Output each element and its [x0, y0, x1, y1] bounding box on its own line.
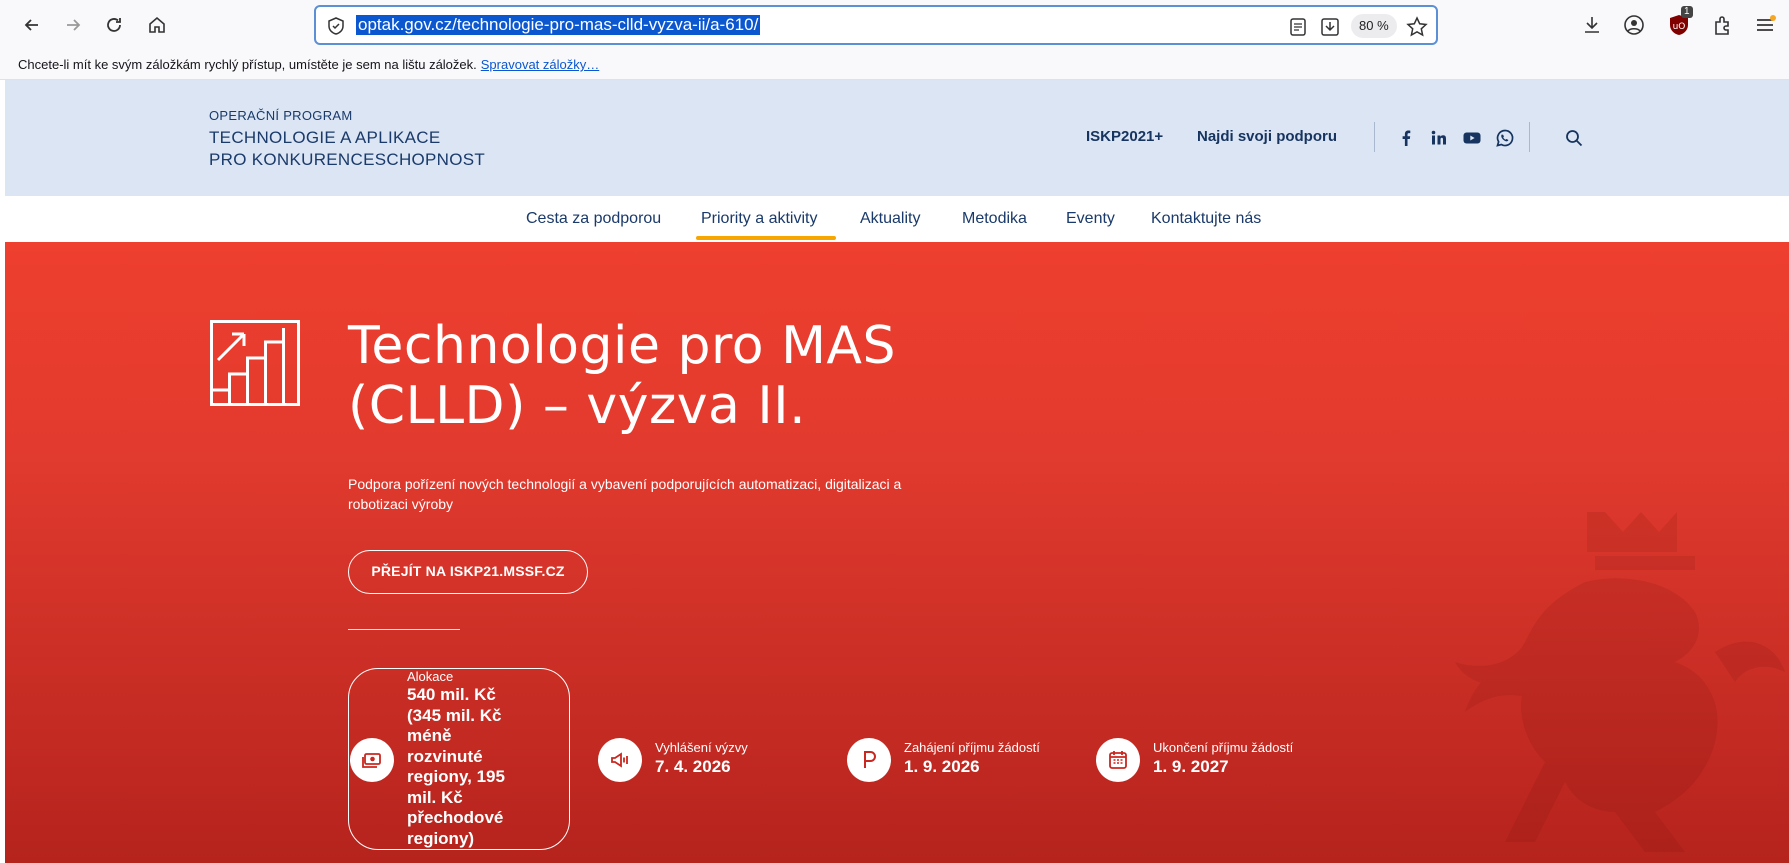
url-bar[interactable]: optak.gov.cz/technologie-pro-mas-clld-vy… — [314, 5, 1438, 45]
start-icon-circle — [847, 738, 891, 782]
extension-badge: 1 — [1681, 6, 1693, 18]
browser-toolbar: optak.gov.cz/technologie-pro-mas-clld-vy… — [0, 0, 1789, 50]
allocation-value: 540 mil. Kč (345 mil. Kč méně rozvinuté … — [407, 685, 505, 848]
header-divider — [1374, 122, 1375, 152]
growth-stairs-icon — [210, 320, 300, 406]
iskp-link[interactable]: ISKP2021+ — [1086, 128, 1163, 145]
nav-item-metodika[interactable]: Metodika — [962, 210, 1027, 228]
calendar-icon — [1109, 751, 1127, 769]
nav-item-cesta[interactable]: Cesta za podporou — [526, 210, 661, 228]
manage-bookmarks-link[interactable]: Spravovat záložky… — [481, 57, 600, 72]
start-label: Zahájení příjmu žádostí — [904, 740, 1040, 755]
hero-section: Technologie pro MAS (CLLD) – výzva II. P… — [5, 242, 1789, 863]
megaphone-icon-circle — [598, 738, 642, 782]
whatsapp-link[interactable] — [1494, 127, 1516, 149]
youtube-icon — [1463, 132, 1481, 144]
header-divider-2 — [1529, 122, 1530, 152]
facebook-icon — [1402, 130, 1411, 146]
facebook-link[interactable] — [1395, 127, 1417, 149]
arrow-right-icon — [67, 19, 81, 31]
iskp-portal-button[interactable]: PŘEJÍT NA ISKP21.MSSF.CZ — [348, 550, 588, 594]
main-navigation: Cesta za podporou Priority a aktivity Ak… — [5, 196, 1789, 242]
linkedin-icon — [1431, 130, 1446, 145]
site-header: OPERAČNÍ PROGRAM TECHNOLOGIE A APLIKACE … — [5, 80, 1789, 196]
linkedin-link[interactable] — [1428, 127, 1450, 149]
end-value: 1. 9. 2027 — [1153, 757, 1229, 776]
money-icon-circle — [350, 738, 394, 782]
whatsapp-icon — [1496, 129, 1514, 147]
find-support-link[interactable]: Najdi svoji podporu — [1197, 128, 1337, 145]
reload-button[interactable] — [98, 9, 130, 41]
shield-icon[interactable] — [326, 16, 346, 36]
nav-item-aktuality[interactable]: Aktuality — [860, 210, 920, 228]
nav-item-eventy[interactable]: Eventy — [1066, 210, 1115, 228]
menu-icon[interactable] — [1753, 13, 1777, 37]
svg-text:uO: uO — [1673, 22, 1686, 32]
arrow-left-icon — [24, 19, 38, 31]
home-button[interactable] — [141, 9, 173, 41]
url-text[interactable]: optak.gov.cz/technologie-pro-mas-clld-vy… — [356, 15, 761, 35]
page-title: Technologie pro MAS (CLLD) – výzva II. — [348, 316, 1048, 436]
hero-description: Podpora pořízení nových technologií a vy… — [348, 476, 902, 512]
logo-line-1: OPERAČNÍ PROGRAM — [209, 108, 353, 123]
start-value: 1. 9. 2026 — [904, 757, 980, 776]
announcement-label: Vyhlášení výzvy — [655, 740, 748, 755]
logo-line-2: TECHNOLOGIE A APLIKACE — [209, 128, 441, 147]
allocation-label: Alokace — [407, 669, 454, 684]
back-button[interactable] — [16, 9, 48, 41]
nav-item-kontakt[interactable]: Kontaktujte nás — [1151, 210, 1261, 228]
save-page-icon[interactable] — [1319, 16, 1341, 38]
bookmarks-bar: Chcete-li mít ke svým záložkám rychlý př… — [0, 50, 1789, 80]
reader-view-icon[interactable] — [1287, 16, 1309, 38]
end-label: Ukončení příjmu žádostí — [1153, 740, 1294, 755]
active-nav-indicator — [696, 236, 836, 240]
nav-item-priority[interactable]: Priority a aktivity — [701, 210, 817, 228]
letter-p-icon — [864, 751, 876, 768]
calendar-icon-circle — [1096, 738, 1140, 782]
megaphone-icon — [611, 752, 628, 768]
youtube-link[interactable] — [1461, 127, 1483, 149]
money-icon — [362, 753, 381, 768]
search-button[interactable] — [1563, 127, 1585, 149]
lion-watermark-icon — [1455, 512, 1785, 852]
announcement-value: 7. 4. 2026 — [655, 757, 731, 776]
hero-divider — [348, 629, 460, 630]
star-icon[interactable] — [1406, 16, 1428, 38]
downloads-icon[interactable] — [1580, 13, 1604, 37]
title-line-1: Technologie pro MAS — [348, 316, 897, 376]
bookmarks-message: Chcete-li mít ke svým záložkám rychlý př… — [18, 57, 477, 72]
site-logo[interactable]: OPERAČNÍ PROGRAM TECHNOLOGIE A APLIKACE … — [209, 108, 485, 171]
extensions-icon[interactable] — [1711, 13, 1735, 37]
forward-button[interactable] — [57, 9, 89, 41]
logo-line-3: PRO KONKURENCESCHOPNOST — [209, 150, 486, 169]
title-line-2: (CLLD) – výzva II. — [348, 376, 807, 436]
zoom-level[interactable]: 80 % — [1351, 14, 1397, 38]
search-icon — [1566, 130, 1583, 147]
home-icon — [149, 16, 165, 33]
reload-icon — [107, 18, 121, 32]
account-icon[interactable] — [1622, 13, 1646, 37]
